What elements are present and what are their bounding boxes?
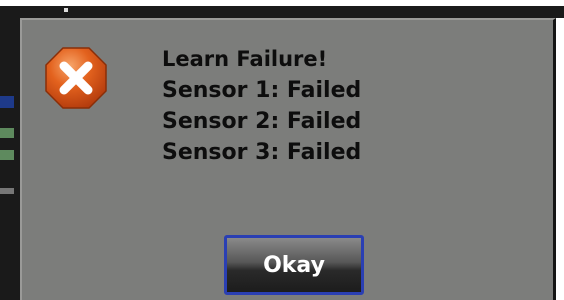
error-x-icon [44,46,108,110]
background-indicator-blue [0,96,14,108]
message-text: Learn Failure! Sensor 1: Failed Sensor 2… [162,44,522,168]
okay-button[interactable]: Okay [224,235,364,295]
error-dialog: Learn Failure! Sensor 1: Failed Sensor 2… [20,18,556,300]
dialog-title: Learn Failure! [162,47,328,71]
sensor-1-status: Sensor 1: Failed [162,78,362,103]
sensor-3-status: Sensor 3: Failed [162,140,362,165]
background-indicator-green [0,150,14,160]
background-mark [64,8,68,12]
sensor-2-status: Sensor 2: Failed [162,109,362,134]
background-indicator-green [0,128,14,138]
screen: Learn Failure! Sensor 1: Failed Sensor 2… [0,0,564,300]
background-indicator-grey [0,188,14,194]
dialog-edge [556,18,564,300]
